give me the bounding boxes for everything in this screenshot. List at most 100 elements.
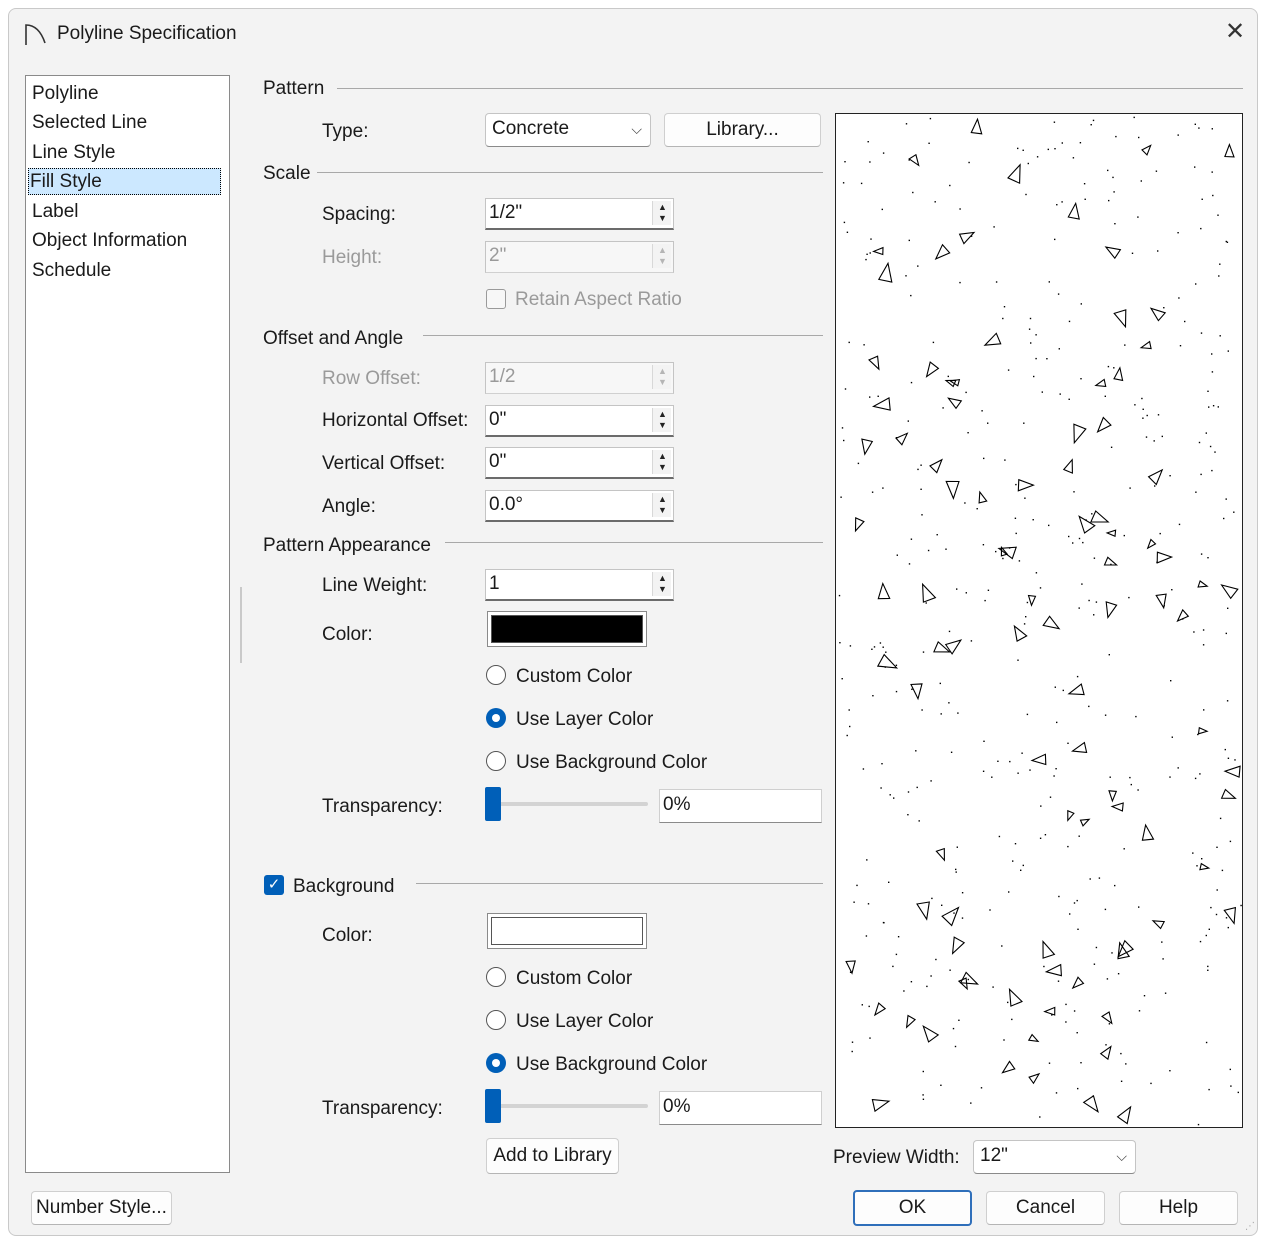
spin-arrows-icon[interactable]: ▲ ▼ — [652, 408, 671, 432]
pattern-dot — [1048, 281, 1050, 283]
ok-button[interactable]: OK — [853, 1190, 972, 1226]
spin-arrows-icon[interactable]: ▲ ▼ — [652, 572, 671, 596]
pattern-dot — [1113, 191, 1115, 193]
nav-item-fill-style[interactable]: Fill Style — [28, 168, 221, 195]
scale-divider — [317, 172, 823, 173]
background-color-swatch[interactable] — [487, 913, 647, 949]
number-style-button[interactable]: Number Style... — [31, 1191, 172, 1225]
pattern-dot — [882, 646, 884, 648]
nav-item-schedule[interactable]: Schedule — [30, 257, 113, 284]
pattern-dot — [1073, 1010, 1076, 1012]
pattern-dot — [1088, 599, 1090, 602]
pattern-triangle — [1082, 1095, 1099, 1113]
pattern-triangle — [947, 397, 963, 410]
pattern-dot — [993, 226, 995, 228]
pattern-dot — [935, 958, 937, 961]
pattern-triangle — [1113, 366, 1124, 382]
library-button[interactable]: Library... — [664, 113, 821, 147]
splitter-handle[interactable] — [240, 587, 242, 663]
pattern-dot — [1128, 596, 1130, 599]
pattern-dot — [1212, 194, 1214, 197]
pattern-dot — [910, 294, 912, 297]
help-button[interactable]: Help — [1119, 1191, 1238, 1225]
pattern-dot — [1027, 162, 1029, 165]
nav-item-selected-line[interactable]: Selected Line — [30, 109, 149, 136]
pattern-dot — [1090, 124, 1092, 126]
background-checkbox[interactable]: ✓ — [264, 875, 284, 895]
pattern-triangle — [908, 153, 920, 167]
pattern-dot — [1227, 607, 1229, 609]
pattern-dot — [918, 820, 920, 822]
pattern-dot — [1219, 335, 1221, 337]
nav-item-label[interactable]: Label — [30, 198, 81, 225]
pattern-triangle — [873, 1002, 887, 1017]
line-weight-stepper[interactable]: 1 ▲ ▼ — [485, 569, 674, 601]
pattern-triangle — [1110, 802, 1124, 812]
pattern-dot — [1199, 773, 1201, 775]
background-use-background-color-radio[interactable] — [486, 1053, 506, 1073]
background-transparency-slider[interactable] — [485, 1104, 648, 1108]
background-use-layer-color-radio[interactable] — [486, 1010, 506, 1030]
nav-item-polyline[interactable]: Polyline — [30, 80, 101, 107]
spin-arrows-icon[interactable]: ▲ ▼ — [652, 493, 671, 517]
pattern-triangle — [1013, 624, 1028, 642]
horizontal-offset-stepper[interactable]: 0" ▲ ▼ — [485, 405, 674, 437]
pattern-dot — [1056, 204, 1058, 206]
nav-item-object-information[interactable]: Object Information — [30, 227, 189, 254]
pattern-use-background-color-radio[interactable] — [486, 751, 506, 771]
pattern-triangle — [1139, 340, 1152, 350]
pattern-transparency-slider-thumb[interactable] — [485, 787, 501, 821]
pattern-dot — [1138, 1010, 1141, 1012]
add-to-library-button[interactable]: Add to Library — [486, 1138, 619, 1174]
pattern-dot — [1025, 616, 1027, 618]
pattern-dot — [848, 709, 850, 711]
spin-arrows-icon[interactable]: ▲ ▼ — [652, 450, 671, 474]
background-custom-color-radio[interactable] — [486, 967, 506, 987]
nav-item-line-style[interactable]: Line Style — [30, 139, 117, 166]
pattern-color-label: Color: — [322, 624, 373, 645]
pattern-use-layer-color-radio[interactable] — [486, 708, 506, 728]
pattern-dot — [983, 740, 985, 742]
pattern-triangle — [1199, 862, 1211, 871]
pattern-dot — [1076, 899, 1078, 902]
pattern-dot — [1089, 878, 1091, 880]
pattern-dot — [1169, 776, 1171, 778]
pattern-dot — [869, 252, 871, 254]
pattern-dot — [1203, 709, 1205, 711]
cancel-button[interactable]: Cancel — [986, 1191, 1105, 1225]
pattern-type-select[interactable]: Concrete ⌵ — [485, 113, 651, 147]
pattern-dot — [1014, 843, 1017, 845]
background-transparency-input[interactable]: 0% — [659, 1091, 822, 1125]
pattern-dot — [1197, 1123, 1200, 1126]
scale-section-label: Scale — [263, 163, 311, 184]
close-icon[interactable]: ✕ — [1222, 19, 1248, 45]
pattern-dot — [1200, 227, 1202, 230]
angle-stepper[interactable]: 0.0° ▲ ▼ — [485, 490, 674, 522]
pattern-dot — [956, 588, 958, 590]
pattern-triangle — [941, 906, 960, 927]
pattern-custom-color-radio[interactable] — [486, 665, 506, 685]
resize-grip-icon[interactable]: ⋰ — [1245, 1221, 1255, 1232]
pattern-transparency-slider[interactable] — [485, 802, 648, 806]
pattern-triangle — [872, 246, 884, 256]
pattern-dot — [992, 986, 994, 988]
pattern-transparency-input[interactable]: 0% — [659, 789, 822, 823]
pattern-dot — [1225, 240, 1227, 243]
background-transparency-slider-thumb[interactable] — [485, 1089, 501, 1123]
vertical-offset-stepper[interactable]: 0" ▲ ▼ — [485, 447, 674, 479]
spin-arrows-icon[interactable]: ▲ ▼ — [652, 201, 671, 225]
pattern-dot — [915, 750, 917, 752]
pattern-dot — [1078, 537, 1081, 540]
pattern-dot — [970, 640, 973, 642]
pattern-dot — [922, 1094, 924, 1096]
pattern-dot — [917, 265, 919, 267]
pattern-dot — [1150, 1082, 1152, 1085]
pattern-dot — [851, 1050, 853, 1053]
pattern-color-swatch[interactable] — [487, 611, 647, 647]
preview-width-select[interactable]: 12" ⌵ — [973, 1140, 1136, 1174]
pattern-dot — [1039, 1116, 1041, 1118]
pattern-dot — [1156, 561, 1158, 563]
pattern-dot — [1046, 358, 1048, 360]
pattern-dot — [922, 1098, 925, 1100]
spacing-stepper[interactable]: 1/2" ▲ ▼ — [485, 198, 674, 230]
